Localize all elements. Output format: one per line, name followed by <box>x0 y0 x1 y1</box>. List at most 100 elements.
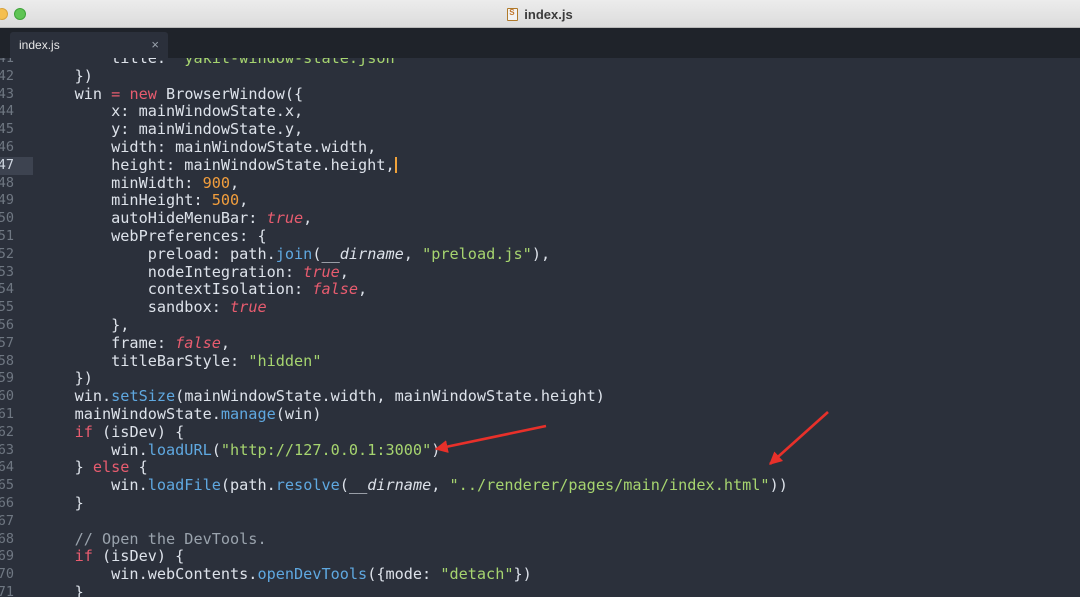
code-line[interactable]: 54 contextIsolation: false, <box>0 280 1080 299</box>
code-token: ({mode: <box>367 565 441 584</box>
code-token: minHeight: <box>38 191 212 210</box>
code-token: // Open the DevTools. <box>38 529 267 548</box>
code-line[interactable]: 64 } else { <box>0 458 1080 477</box>
code-token: true <box>230 298 267 317</box>
code-token: (path. <box>220 476 276 495</box>
code-token: win.webContents. <box>38 565 258 584</box>
code-token: }) <box>513 565 532 584</box>
code-token: { <box>129 458 148 477</box>
code-line[interactable]: 61 mainWindowState.manage(win) <box>0 404 1080 424</box>
code-token: , <box>303 209 313 228</box>
code-token: y: mainWindowState.y, <box>38 120 304 139</box>
code-line[interactable]: 55 sandbox: true <box>0 298 1080 317</box>
code-line[interactable]: 53 nodeIntegration: true, <box>0 262 1080 282</box>
code-text: win.setSize(mainWindowState.width, mainW… <box>38 387 605 406</box>
code-token: win. <box>38 440 148 459</box>
code-text: webPreferences: { <box>38 226 267 246</box>
code-token: webPreferences: { <box>38 226 267 245</box>
code-line[interactable]: 68 // Open the DevTools. <box>0 529 1080 549</box>
code-line[interactable]: 60 win.setSize(mainWindowState.width, ma… <box>0 387 1080 406</box>
code-line[interactable]: 50 autoHideMenuBar: true, <box>0 209 1080 228</box>
code-token: "hidden" <box>248 351 322 370</box>
code-line[interactable]: 47 height: mainWindowState.height, <box>0 155 1080 175</box>
code-line[interactable]: 44 x: mainWindowState.x, <box>0 102 1080 121</box>
js-file-icon <box>507 7 519 21</box>
code-line[interactable]: 49 minHeight: 500, <box>0 191 1080 210</box>
line-number: 64 <box>0 459 14 476</box>
code-token: minWidth: <box>38 173 203 192</box>
code-line[interactable]: 48 minWidth: 900, <box>0 173 1080 193</box>
code-line[interactable]: 71 } <box>0 583 1080 597</box>
tab-label: index.js <box>19 38 60 52</box>
code-token: if <box>74 547 93 566</box>
code-text: minHeight: 500, <box>38 191 248 210</box>
code-line[interactable]: 51 webPreferences: { <box>0 226 1080 246</box>
code-token: __dirname <box>321 244 404 263</box>
code-line[interactable]: 56 }, <box>0 315 1080 335</box>
code-editor[interactable]: 41 title: "yakit-window-state.json" 42 })… <box>0 58 1080 597</box>
code-token: , <box>358 280 368 299</box>
code-line[interactable]: 66 } <box>0 493 1080 513</box>
code-token: false <box>312 280 359 299</box>
code-text: } <box>38 493 84 513</box>
code-token: height: mainWindowState.height, <box>38 155 395 174</box>
line-number: 53 <box>0 263 14 280</box>
line-number: 67 <box>0 512 14 529</box>
code-line[interactable]: 65 win.loadFile(path.resolve(__dirname, … <box>0 476 1080 495</box>
line-number: 42 <box>0 67 14 84</box>
code-token: title: <box>111 58 176 67</box>
code-token: win. <box>38 476 148 495</box>
code-token: "../renderer/pages/main/index.html" <box>449 476 770 495</box>
code-line[interactable]: 42 }) <box>0 66 1080 86</box>
code-text: if (isDev) { <box>38 547 185 566</box>
code-text: preload: path.join(__dirname, "preload.j… <box>38 244 550 264</box>
line-number: 54 <box>0 281 14 298</box>
code-line[interactable]: 45 y: mainWindowState.y, <box>0 120 1080 139</box>
code-token: sandbox: <box>38 298 231 317</box>
code-line[interactable]: 41 title: "yakit-window-state.json" <box>0 58 1080 68</box>
code-token: "detach" <box>440 565 514 584</box>
code-token: } <box>38 493 84 512</box>
code-line[interactable]: 59 }) <box>0 369 1080 388</box>
code-line[interactable]: 52 preload: path.join(__dirname, "preloa… <box>0 244 1080 264</box>
line-number: 59 <box>0 370 14 387</box>
code-text: sandbox: true <box>38 298 267 317</box>
code-token: resolve <box>275 476 340 495</box>
text-cursor <box>394 156 397 173</box>
line-number: 46 <box>0 138 14 155</box>
code-token: autoHideMenuBar: <box>38 209 267 228</box>
close-tab-icon[interactable]: × <box>151 37 159 52</box>
code-token: } <box>38 458 93 477</box>
line-number: 71 <box>0 583 14 597</box>
code-token: mainWindowState. <box>38 404 221 423</box>
code-line[interactable]: 58 titleBarStyle: "hidden" <box>0 351 1080 371</box>
code-token: }, <box>38 315 130 334</box>
code-line[interactable]: 57 frame: false, <box>0 333 1080 353</box>
code-line[interactable]: 43 win = new BrowserWindow({ <box>0 84 1080 104</box>
line-number: 44 <box>0 103 14 120</box>
code-token: "http://127.0.0.1:3000" <box>220 440 432 459</box>
code-line[interactable]: 63 win.loadURL("http://127.0.0.1:3000") <box>0 440 1080 460</box>
code-token: setSize <box>111 387 176 406</box>
code-text: win.loadURL("http://127.0.0.1:3000") <box>38 440 440 460</box>
code-line[interactable]: 70 win.webContents.openDevTools({mode: "… <box>0 565 1080 584</box>
code-line[interactable]: 46 width: mainWindowState.width, <box>0 138 1080 157</box>
code-text: contextIsolation: false, <box>38 280 368 299</box>
line-number: 51 <box>0 227 14 244</box>
code-token: new <box>129 84 157 103</box>
code-line[interactable]: 69 if (isDev) { <box>0 547 1080 566</box>
code-line[interactable]: 67 <box>0 513 1080 531</box>
line-number: 63 <box>0 441 14 458</box>
code-token: __dirname <box>348 476 432 495</box>
code-token: true <box>266 209 304 228</box>
code-text: minWidth: 900, <box>38 173 239 193</box>
code-line[interactable]: 62 if (isDev) { <box>0 423 1080 442</box>
code-token: , <box>220 333 231 352</box>
code-text: height: mainWindowState.height, <box>38 155 397 175</box>
line-number: 45 <box>0 121 14 138</box>
tab-index-js[interactable]: index.js × <box>10 32 168 58</box>
code-token: frame: <box>38 333 176 352</box>
code-token: }) <box>38 66 93 85</box>
code-token: true <box>303 262 340 281</box>
